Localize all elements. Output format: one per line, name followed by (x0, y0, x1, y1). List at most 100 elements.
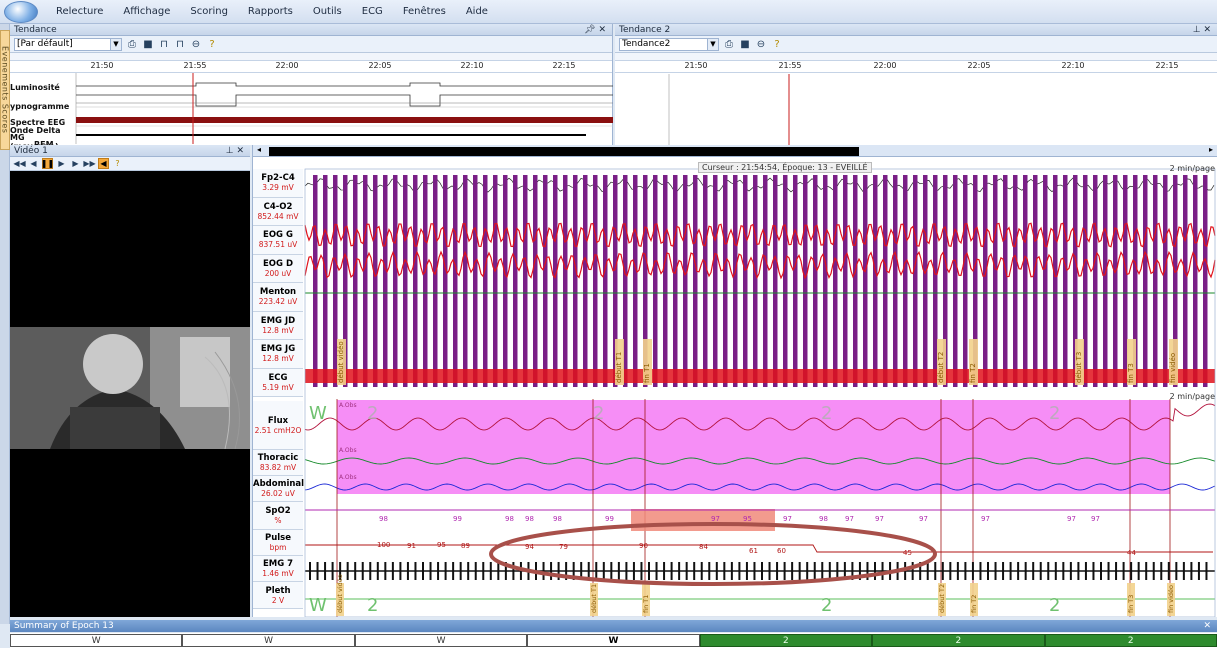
tendance-profile-select[interactable]: [Par défault] ▼ (14, 37, 122, 51)
channel-label[interactable]: SpO2% (253, 502, 303, 530)
step-forward-icon[interactable]: ▶ (70, 158, 81, 169)
video-frame[interactable] (10, 327, 250, 449)
spo2-value: 97 (875, 515, 884, 523)
tendance2-scrollbar[interactable] (615, 53, 1217, 61)
marker-label: début vidéo (336, 574, 344, 613)
tendance2-window-controls[interactable]: ⊥ ✕ (1193, 24, 1211, 36)
artifact-bar (913, 175, 918, 387)
menu-outils[interactable]: Outils (303, 4, 352, 19)
artifact-bar (1163, 175, 1168, 387)
channel-label[interactable]: Menton 223.42 uV (253, 283, 303, 312)
pin-icon[interactable]: ⊥ (226, 146, 234, 156)
menu-rapports[interactable]: Rapports (238, 4, 303, 19)
video-window-controls[interactable]: ⊥ ✕ (226, 145, 244, 157)
help-icon[interactable]: ? (771, 38, 783, 50)
save-icon[interactable]: ■ (739, 38, 751, 50)
menu-fenetres[interactable]: Fenêtres (393, 4, 456, 19)
signals-plot[interactable]: début vidéo début T1 fin T1 début T2 fin T2 d… (253, 157, 1217, 617)
tendance2-profile-select[interactable]: Tendance2 ▼ (619, 37, 719, 51)
pin-icon[interactable]: 📌︎ (584, 25, 595, 35)
tendance-window-controls[interactable]: 📌︎ ✕ (584, 24, 606, 36)
channel-label[interactable]: Thoracic 83.82 mV (253, 450, 303, 476)
help-icon[interactable]: ? (112, 158, 123, 169)
artifact-bar (403, 175, 408, 387)
pin-icon[interactable]: ⊥ (1193, 25, 1201, 35)
app-logo-icon[interactable] (4, 1, 38, 23)
artifact-bar (673, 175, 678, 387)
chevron-down-icon[interactable]: ▼ (110, 38, 121, 50)
artifact-bar (1183, 175, 1188, 387)
artifact-bar (1033, 175, 1038, 387)
print-icon[interactable]: ⎙ (723, 38, 735, 50)
channel-label[interactable]: ECG 5.19 mV (253, 368, 303, 397)
close-icon[interactable]: ✕ (1203, 620, 1211, 632)
channel-label[interactable]: C4-O2 852.44 mV (253, 197, 303, 226)
spo2-value: 98 (525, 515, 534, 523)
events-tab[interactable]: Evenements Scores (0, 30, 10, 150)
artifact-bar (313, 175, 318, 387)
pulse-value: 45 (903, 549, 912, 557)
epoch-cell[interactable]: W (10, 634, 183, 647)
channel-label[interactable]: EMG JG 12.8 mV (253, 340, 303, 369)
close-icon[interactable]: ✕ (1203, 25, 1211, 35)
menu-aide[interactable]: Aide (456, 4, 498, 19)
menu-ecg[interactable]: ECG (352, 4, 393, 19)
channel-label[interactable]: EMG 7 1.46 mV (253, 556, 303, 582)
scroll-left-icon[interactable]: ◂ (257, 145, 261, 154)
rewind-fast-icon[interactable]: ◀◀ (13, 158, 25, 169)
epoch-cell[interactable]: W (354, 634, 528, 647)
channel-label[interactable]: EMG JD 12.8 mV (253, 311, 303, 340)
summary-epochs: W W W W 2 2 2 (10, 633, 1217, 648)
menu-affichage[interactable]: Affichage (113, 4, 180, 19)
artifact-bar (353, 175, 358, 387)
open-icon[interactable]: ⊓ (158, 38, 170, 50)
print-icon[interactable]: ⎙ (126, 38, 138, 50)
pulse-value: 89 (461, 542, 470, 550)
forward-fast-icon[interactable]: ▶▶ (83, 158, 95, 169)
epoch-cell[interactable]: 2 (1044, 634, 1217, 647)
scroll-right-icon[interactable]: ▸ (1209, 145, 1213, 154)
channel-label[interactable]: Pleth 2 V (253, 582, 303, 609)
video-title: Vidéo 1 ⊥ ✕ (10, 145, 250, 157)
channel-label[interactable]: Abdominal 26.02 uV (253, 476, 304, 502)
epoch-cell[interactable]: W (182, 634, 355, 647)
delete-icon[interactable]: ⊖ (755, 38, 767, 50)
artifact-bar (873, 175, 878, 387)
channel-unit: 837.51 uV (258, 240, 298, 250)
save-icon[interactable]: ■ (142, 38, 154, 50)
chevron-down-icon[interactable]: ▼ (707, 38, 718, 50)
channel-label[interactable]: EOG G 837.51 uV (253, 226, 303, 255)
volume-icon[interactable]: ◀ (98, 158, 109, 169)
channel-label[interactable]: Pulse bpm (253, 530, 303, 556)
signals-scrollbar[interactable]: ◂ ▸ (253, 145, 1217, 157)
epoch-cell[interactable]: 2 (872, 634, 1045, 647)
folder-icon[interactable]: ⊓ (174, 38, 186, 50)
signals-scroll-thumb[interactable] (269, 147, 859, 156)
help-icon[interactable]: ? (206, 38, 218, 50)
artifact-bar (1023, 175, 1028, 387)
epoch-cell[interactable]: 2 (699, 634, 873, 647)
pause-icon[interactable]: ❚❚ (41, 158, 54, 169)
epoch-cell-current[interactable]: W (527, 634, 700, 647)
tendance-title: Tendance 📌︎ ✕ (10, 24, 612, 36)
close-icon[interactable]: ✕ (598, 25, 606, 35)
artifact-bar (453, 175, 458, 387)
artifact-bar (443, 175, 448, 387)
menu-relecture[interactable]: Relecture (46, 4, 113, 19)
menu-items: Relecture Affichage Scoring Rapports Out… (46, 4, 498, 19)
channel-label[interactable]: EOG D 200 uV (253, 254, 303, 283)
tendance-title-text: Tendance (14, 25, 57, 35)
close-icon[interactable]: ✕ (236, 146, 244, 156)
play-icon[interactable]: ▶ (56, 158, 67, 169)
artifact-bar (963, 175, 968, 387)
stage-glyph: 2 (1049, 595, 1060, 616)
step-back-icon[interactable]: ◀ (28, 158, 39, 169)
channel-unit: 26.02 uV (261, 489, 295, 498)
tendance-scrollbar[interactable] (10, 53, 612, 61)
channel-label[interactable]: Flux 2.51 cmH2O (253, 401, 303, 450)
marker-label: début T1 (590, 584, 598, 613)
delete-icon[interactable]: ⊖ (190, 38, 202, 50)
time-tick: 21:55 (778, 61, 802, 70)
menu-scoring[interactable]: Scoring (180, 4, 238, 19)
channel-label[interactable]: Fp2-C4 3.29 mV (253, 169, 303, 198)
